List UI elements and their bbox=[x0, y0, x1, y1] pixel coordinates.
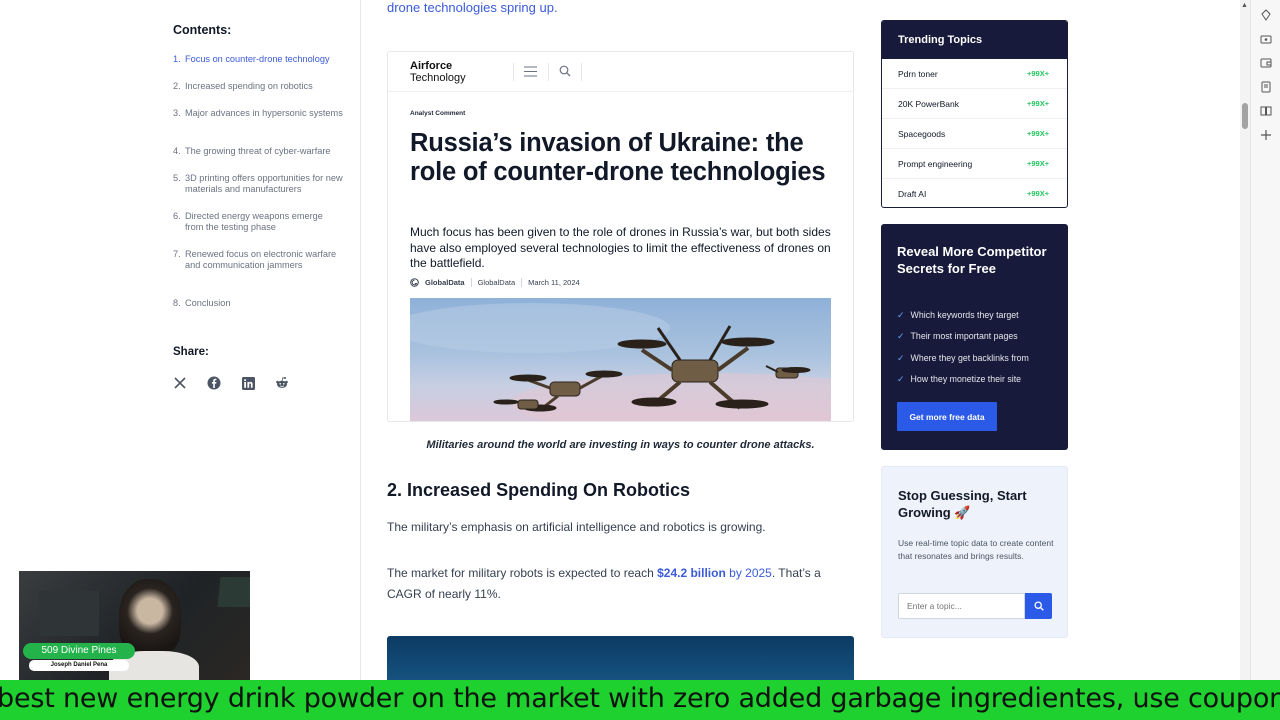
trending-item[interactable]: Draft AI +99X+ bbox=[882, 179, 1067, 207]
toc-item-3d-printing[interactable]: 5. 3D printing offers opportunities for n… bbox=[173, 173, 343, 211]
topic-widget-title: Stop Guessing, Start Growing 🚀 bbox=[898, 488, 1027, 520]
add-tool-icon[interactable] bbox=[1260, 129, 1272, 141]
market-value-link[interactable]: $24.2 billion bbox=[657, 566, 726, 580]
get-free-data-button[interactable]: Get more free data bbox=[897, 402, 997, 431]
toc-title: Contents: bbox=[173, 23, 232, 37]
toc-list: 1. Focus on counter-drone technology 2. In… bbox=[173, 54, 343, 312]
drone-illustration bbox=[410, 303, 831, 421]
article-author[interactable]: GlobalData bbox=[478, 278, 516, 287]
topic-search-button[interactable] bbox=[1025, 593, 1052, 619]
browser-sidebar bbox=[1250, 0, 1280, 680]
trending-title: Trending Topics bbox=[882, 21, 1067, 59]
promo-bullets: ✓ Which keywords they target ✓ Their most … bbox=[897, 310, 1029, 395]
background-shelf bbox=[39, 591, 99, 636]
check-icon: ✓ bbox=[897, 331, 905, 342]
toc-divider bbox=[360, 0, 361, 680]
trending-item[interactable]: Prompt engineering +99X+ bbox=[882, 149, 1067, 179]
paragraph-market: The market for military robots is expect… bbox=[387, 566, 821, 601]
article-dek: Much focus has been given to the role of… bbox=[410, 225, 831, 270]
toc-item-counter-drone[interactable]: 1. Focus on counter-drone technology bbox=[173, 54, 343, 81]
next-article-image bbox=[387, 636, 854, 680]
facebook-icon[interactable] bbox=[207, 376, 221, 390]
toc-item-cyber-warfare[interactable]: 4. The growing threat of cyber-warfare bbox=[173, 146, 343, 173]
wallet-icon[interactable] bbox=[1260, 57, 1272, 69]
by-2025-link[interactable]: by 2025 bbox=[726, 566, 772, 580]
check-icon: ✓ bbox=[897, 310, 905, 320]
globaldata-logo-text: GlobalData bbox=[425, 278, 465, 287]
scrollbar-thumb[interactable] bbox=[1242, 103, 1248, 129]
article-headline[interactable]: Russia’s invasion of Ukraine: the role o… bbox=[410, 129, 840, 187]
promo-ticker-banner: best new energy drink powder on the mark… bbox=[0, 680, 1280, 720]
promo-bullet: ✓ Where they get backlinks from bbox=[897, 353, 1029, 374]
header-separator bbox=[581, 63, 582, 81]
paragraph-ai-robotics: The military’s emphasis on artificial in… bbox=[387, 520, 766, 534]
reddit-icon[interactable] bbox=[275, 376, 289, 390]
toc-item-electronic-warfare[interactable]: 7. Renewed focus on electronic warfare an… bbox=[173, 249, 343, 298]
toc-item-conclusion[interactable]: 8. Conclusion bbox=[173, 298, 343, 312]
hero-image-drones bbox=[410, 298, 831, 421]
trending-topics-widget: Trending Topics Pdrn toner +99X+ 20K Powe… bbox=[881, 20, 1068, 208]
ticker-text: best new energy drink powder on the mark… bbox=[0, 683, 1280, 714]
background-poster bbox=[217, 577, 250, 607]
shopping-icon[interactable] bbox=[1260, 33, 1272, 45]
topic-input[interactable] bbox=[898, 593, 1025, 619]
search-icon bbox=[1033, 601, 1044, 611]
x-icon[interactable] bbox=[173, 376, 187, 390]
channel-badge: 509 Divine Pines bbox=[23, 643, 135, 659]
toc-item-robotics[interactable]: 2. Increased spending on robotics bbox=[173, 81, 343, 108]
promo-bullet: ✓ Their most important pages bbox=[897, 331, 1029, 352]
image-caption: Militaries around the world are investin… bbox=[426, 439, 815, 451]
webcam-overlay: 509 Divine Pines Joseph Daniel Pena bbox=[19, 571, 250, 680]
share-icons bbox=[173, 376, 289, 390]
article-date: March 11, 2024 bbox=[528, 278, 580, 287]
trending-item[interactable]: Spacegoods +99X+ bbox=[882, 119, 1067, 149]
copilot-icon[interactable] bbox=[1260, 9, 1272, 21]
meta-separator bbox=[521, 278, 523, 287]
scroll-up-arrow-icon[interactable]: ▲ bbox=[1241, 2, 1248, 9]
collections-icon[interactable] bbox=[1260, 81, 1272, 93]
page-scrollbar[interactable] bbox=[1240, 0, 1250, 680]
embedded-article-card[interactable]: Airforce Technology Analyst Comment Russ… bbox=[387, 51, 854, 422]
reading-view-icon[interactable] bbox=[1260, 105, 1272, 117]
topic-search-widget: Stop Guessing, Start Growing 🚀 Use real-… bbox=[881, 466, 1068, 638]
embed-header: Airforce Technology bbox=[388, 52, 853, 92]
intro-tail-link[interactable]: drone technologies spring up. bbox=[387, 0, 558, 15]
trending-item[interactable]: 20K PowerBank +99X+ bbox=[882, 89, 1067, 119]
globaldata-logo-icon bbox=[410, 278, 419, 287]
toc-item-directed-energy[interactable]: 6. Directed energy weapons emerge from th… bbox=[173, 211, 343, 249]
meta-separator bbox=[470, 278, 472, 287]
header-separator bbox=[548, 63, 549, 81]
section-heading-robotics: 2. Increased Spending On Robotics bbox=[387, 480, 691, 500]
menu-icon[interactable] bbox=[524, 66, 537, 77]
article-kicker: Analyst Comment bbox=[410, 110, 466, 117]
check-icon: ✓ bbox=[897, 373, 905, 384]
promo-bullet: ✓ How they monetize their site bbox=[897, 374, 1029, 395]
trending-item[interactable]: Pdrn toner +99X+ bbox=[882, 59, 1067, 89]
promo-bullet: ✓ Which keywords they target bbox=[897, 310, 1029, 331]
check-icon: ✓ bbox=[897, 352, 905, 363]
topic-widget-text: Use real-time topic data to create conte… bbox=[898, 538, 1054, 561]
article-meta: GlobalData GlobalData March 11, 2024 bbox=[410, 278, 580, 287]
competitor-secrets-promo: Reveal More Competitor Secrets for Free … bbox=[881, 224, 1068, 450]
search-icon[interactable] bbox=[559, 65, 571, 77]
streamer-name: Joseph Daniel Pena bbox=[29, 660, 129, 671]
share-title: Share: bbox=[173, 346, 209, 358]
header-separator bbox=[513, 63, 514, 81]
brand-logo[interactable]: Airforce Technology bbox=[410, 60, 466, 84]
linkedin-icon[interactable] bbox=[241, 376, 255, 390]
toc-item-hypersonic[interactable]: 3. Major advances in hypersonic systems bbox=[173, 108, 343, 146]
promo-title: Reveal More Competitor Secrets for Free bbox=[897, 244, 1047, 276]
